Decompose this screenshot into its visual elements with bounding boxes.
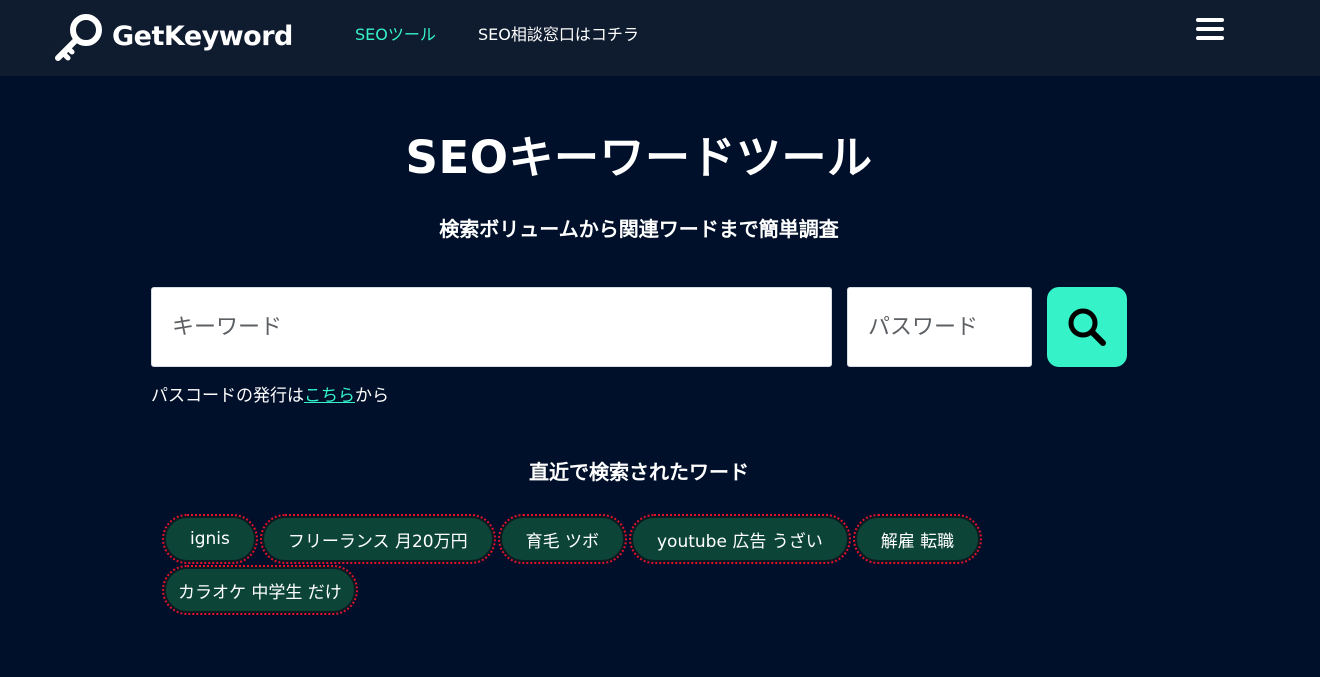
keyword-input[interactable] (151, 287, 832, 367)
nav-seo-consultation[interactable]: SEO相談窓口はコチラ (478, 25, 639, 45)
recent-tag[interactable]: 解雇 転職 (852, 514, 983, 564)
recent-tag[interactable]: ignis (162, 514, 258, 564)
hamburger-menu-icon[interactable] (1196, 17, 1224, 43)
recent-tag[interactable]: フリーランス 月20万円 (259, 514, 496, 564)
recent-tags: ignis フリーランス 月20万円 育毛 ツボ youtube 広告 うざい … (162, 514, 1024, 615)
key-logo-icon (55, 14, 102, 61)
search-button[interactable] (1047, 287, 1127, 367)
logo-text: GetKeyword (112, 20, 293, 52)
page-subtitle: 検索ボリュームから関連ワードまで簡単調査 (439, 217, 839, 241)
passcode-link[interactable]: こちら (304, 386, 355, 406)
passcode-note: パスコードの発行はこちらから (151, 384, 389, 408)
site-header: GetKeyword SEOツール SEO相談窓口はコチラ (0, 0, 1320, 76)
search-icon (1068, 308, 1106, 346)
passcode-note-suffix: から (355, 386, 389, 406)
password-input[interactable] (847, 287, 1032, 367)
recent-tag[interactable]: 育毛 ツボ (497, 514, 627, 564)
page-title: SEOキーワードツール (405, 131, 873, 184)
recent-tag[interactable]: カラオケ 中学生 だけ (162, 565, 358, 615)
site-logo[interactable]: GetKeyword (54, 12, 293, 62)
recent-searches-title: 直近で検索されたワード (529, 460, 749, 484)
nav-seo-tool[interactable]: SEOツール (355, 25, 436, 45)
recent-tag[interactable]: youtube 広告 うざい (628, 514, 851, 564)
passcode-note-prefix: パスコードの発行は (151, 386, 304, 406)
